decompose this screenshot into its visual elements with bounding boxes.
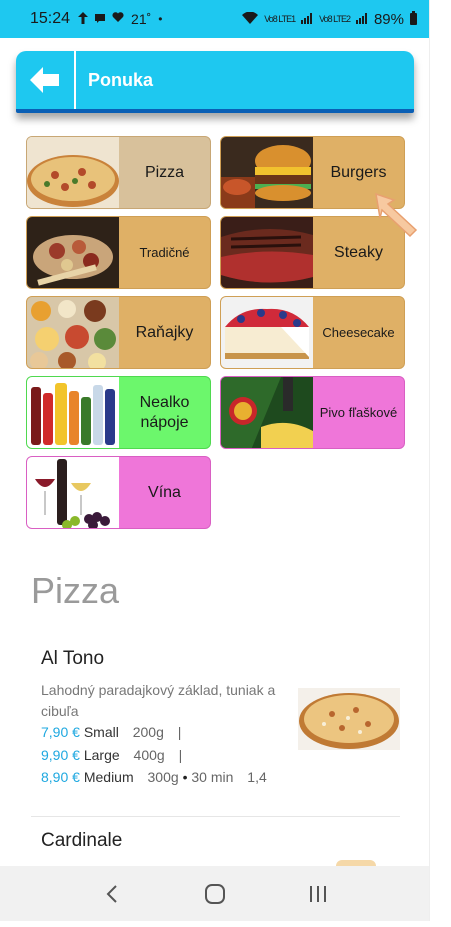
price-row[interactable]: 8,90 € Medium 300g • 30 min 1,4: [41, 769, 267, 785]
status-left-icons: 21˚ •: [78, 11, 162, 27]
section-title: Pizza: [31, 570, 120, 611]
price-weight: 400g: [133, 747, 165, 763]
breakfast-image: [27, 297, 119, 368]
nav-back-button[interactable]: [92, 874, 132, 914]
prep-time: 30 min: [191, 769, 234, 785]
heart-icon: [112, 12, 124, 26]
price-currency: €: [72, 769, 80, 785]
cheesecake-image: [221, 297, 313, 368]
dot-icon: •: [158, 12, 163, 26]
price-currency: €: [72, 747, 80, 763]
price-amount: 9,90: [41, 747, 69, 763]
price-size: Large: [83, 747, 120, 763]
menu-item-name[interactable]: Al Tono: [41, 648, 104, 670]
menu-item-description: Lahodný paradajkový základ, tuniak a cib…: [41, 682, 276, 719]
price-row[interactable]: 7,90 € Small 200g |: [41, 724, 181, 740]
divider: [31, 816, 400, 817]
upload-icon: [78, 11, 89, 27]
home-icon: [204, 883, 225, 904]
beer-image: [221, 377, 313, 448]
category-label: Vína: [148, 483, 181, 501]
navigation-bar: [0, 866, 429, 921]
price-size: Small: [83, 724, 119, 740]
message-icon: [95, 12, 106, 26]
menu-item-image[interactable]: [298, 688, 400, 750]
category-cheesecake[interactable]: Cheesecake: [220, 296, 405, 369]
price-separator: |: [178, 747, 183, 763]
category-label: Cheesecake: [322, 324, 395, 340]
bullet-icon: •: [182, 769, 188, 785]
wine-image: [27, 457, 119, 528]
network-label-1: Vo8 LTE1: [264, 14, 296, 24]
soft-drinks-image: [27, 377, 119, 448]
signal-icon: [301, 11, 313, 28]
status-temperature: 21˚: [131, 11, 152, 27]
price-weight: 200g: [132, 724, 164, 740]
wifi-icon: [242, 11, 259, 28]
price-row[interactable]: 9,90 € Large 400g |: [41, 747, 182, 763]
category-label: Pivo fľaškové: [319, 404, 398, 420]
signal-icon-2: [355, 11, 368, 28]
category-tradicne[interactable]: Tradičné: [26, 216, 211, 289]
burgers-image: [221, 137, 313, 208]
status-bar: 15:24 21˚ • Vo8 LTE1 Vo8 LTE2 89%: [0, 0, 429, 38]
back-button[interactable]: [16, 51, 76, 109]
nav-recents-button[interactable]: [298, 874, 338, 914]
category-pivo-flaskove[interactable]: Pivo fľaškové: [220, 376, 405, 449]
screen-bottom: [0, 921, 451, 927]
chevron-left-icon: [106, 884, 117, 903]
battery-level: 89%: [373, 10, 404, 28]
category-label: Tradičné: [139, 244, 190, 260]
nav-home-button[interactable]: [195, 874, 235, 914]
app-header: Ponuka: [16, 51, 414, 113]
category-label: Nealko nápoje: [139, 394, 190, 431]
category-nealko-napoje[interactable]: Nealko nápoje: [26, 376, 211, 449]
network-label-2: Vo8 LTE2: [319, 14, 351, 24]
traditional-food-image: [27, 217, 119, 288]
price-currency: €: [72, 724, 80, 740]
recents-icon: [309, 885, 326, 902]
steak-image: [221, 217, 313, 288]
category-ranajky[interactable]: Raňajky: [26, 296, 211, 369]
screen-edge: [429, 0, 451, 927]
price-size: Medium: [83, 769, 134, 785]
allergens: 1,4: [247, 769, 267, 785]
price-amount: 8,90: [41, 769, 69, 785]
menu-item-name[interactable]: Cardinale: [41, 830, 122, 852]
category-vina[interactable]: Vína: [26, 456, 211, 529]
category-label: Pizza: [144, 163, 185, 181]
back-arrow-icon: [30, 67, 59, 93]
status-right: Vo8 LTE1 Vo8 LTE2 89%: [242, 11, 417, 28]
battery-icon: [410, 11, 417, 25]
category-label: Raňajky: [135, 323, 194, 341]
page-title: Ponuka: [88, 69, 154, 90]
price-weight: 300g: [147, 769, 179, 785]
category-pizza[interactable]: Pizza: [26, 136, 211, 209]
pizza-image: [27, 137, 119, 208]
price-amount: 7,90: [41, 724, 69, 740]
status-time: 15:24: [30, 10, 71, 27]
price-separator: |: [177, 724, 182, 740]
pointing-hand-icon: [372, 190, 422, 240]
